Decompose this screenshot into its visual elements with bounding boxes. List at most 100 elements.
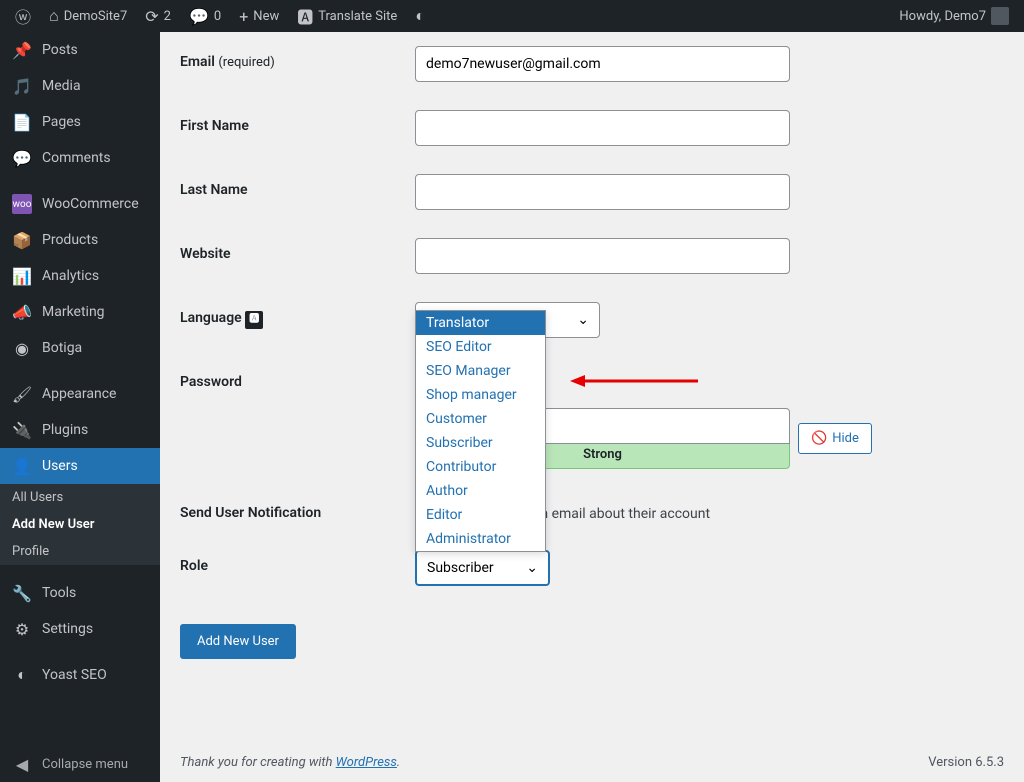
role-option-subscriber[interactable]: Subscriber: [416, 431, 545, 455]
updates-count: 2: [164, 9, 171, 24]
role-option-author[interactable]: Author: [416, 479, 545, 503]
role-option-administrator[interactable]: Administrator: [416, 527, 545, 551]
email-input[interactable]: [415, 46, 790, 82]
password-row: Password Strong 🚫Hide: [180, 352, 1004, 483]
chart-icon: 📊: [12, 266, 32, 286]
site-name-link[interactable]: ⌂DemoSite7: [42, 6, 134, 26]
lastname-input[interactable]: [415, 174, 790, 210]
tools-label: Tools: [42, 585, 76, 601]
collapse-icon: ◀: [12, 754, 32, 774]
eye-slash-icon: 🚫: [811, 431, 827, 446]
footer-version: Version 6.5.3: [928, 755, 1004, 770]
sidebar-item-plugins[interactable]: 🔌Plugins: [0, 412, 160, 448]
add-user-form: Email (required) First Name Last Name We…: [180, 32, 1004, 659]
role-option-seo-editor[interactable]: SEO Editor: [416, 335, 545, 359]
role-option-contributor[interactable]: Contributor: [416, 455, 545, 479]
footer-thanks: Thank you for creating with WordPress.: [180, 755, 400, 770]
botiga-icon: ◉: [12, 338, 32, 358]
firstname-label: First Name: [180, 110, 415, 134]
chevron-down-icon: ⌄: [526, 560, 538, 576]
role-select[interactable]: Subscriber ⌄: [415, 550, 550, 586]
role-option-translator[interactable]: Translator: [416, 311, 545, 335]
submenu-add-new-user[interactable]: Add New User: [0, 511, 160, 538]
botiga-label: Botiga: [42, 340, 82, 356]
wrench-icon: 🔧: [12, 583, 32, 603]
woo-label: WooCommerce: [42, 196, 139, 212]
sliders-icon: ⚙: [12, 619, 32, 639]
avatar-icon: [991, 7, 1009, 25]
translate-icon: 🅰: [297, 4, 313, 28]
lastname-row: Last Name: [180, 160, 1004, 224]
role-value: Subscriber: [427, 560, 494, 576]
role-option-shop-manager[interactable]: Shop manager: [416, 383, 545, 407]
role-option-customer[interactable]: Customer: [416, 407, 545, 431]
settings-label: Settings: [42, 621, 93, 637]
add-user-button[interactable]: Add New User: [180, 624, 296, 659]
hide-label: Hide: [832, 431, 859, 446]
sidebar-item-media[interactable]: 🎵 Media: [0, 68, 160, 104]
submenu-all-users[interactable]: All Users: [0, 484, 160, 511]
updates-link[interactable]: ⟳2: [138, 7, 178, 26]
new-label: New: [253, 9, 279, 24]
notification-row: Send User Notification Send the new user…: [180, 483, 1004, 536]
greeting-text: Howdy, Demo7: [899, 9, 986, 24]
brush-icon: 🖌: [12, 384, 32, 404]
marketing-label: Marketing: [42, 304, 105, 320]
role-option-editor[interactable]: Editor: [416, 503, 545, 527]
media-label: Media: [42, 78, 81, 94]
users-submenu: All Users Add New User Profile: [0, 484, 160, 565]
comment-icon: 💬: [189, 7, 209, 26]
submenu-profile[interactable]: Profile: [0, 538, 160, 565]
user-icon: 👤: [12, 456, 32, 476]
account-link[interactable]: Howdy, Demo7: [892, 7, 1016, 25]
sidebar-item-marketing[interactable]: 📣Marketing: [0, 294, 160, 330]
wordpress-icon: ⓦ: [15, 4, 31, 28]
website-label: Website: [180, 238, 415, 262]
sidebar-item-comments[interactable]: 💬Comments: [0, 140, 160, 176]
website-input[interactable]: [415, 238, 790, 274]
wordpress-link[interactable]: WordPress: [336, 755, 397, 770]
wp-logo[interactable]: ⓦ: [8, 4, 38, 28]
admin-sidebar: 📌Posts 🎵 Media 📄Pages 💬Comments wooWooCom…: [0, 32, 160, 782]
sidebar-item-analytics[interactable]: 📊Analytics: [0, 258, 160, 294]
sidebar-item-settings[interactable]: ⚙ Settings: [0, 611, 160, 647]
appearance-label: Appearance: [42, 386, 116, 402]
page-icon: 📄: [12, 112, 32, 132]
translate-icon: 🅰: [245, 311, 263, 329]
sidebar-item-appearance[interactable]: 🖌 Appearance: [0, 376, 160, 412]
products-label: Products: [42, 232, 98, 248]
firstname-input[interactable]: [415, 110, 790, 146]
sidebar-item-yoast[interactable]: ◐Yoast SEO: [0, 657, 160, 693]
sidebar-item-products[interactable]: 📦Products: [0, 222, 160, 258]
language-label: Language 🅰: [180, 302, 415, 329]
email-row: Email (required): [180, 32, 1004, 96]
sidebar-item-woocommerce[interactable]: wooWooCommerce: [0, 186, 160, 222]
home-icon: ⌂: [49, 6, 59, 26]
yoast-bar-link[interactable]: ◐: [408, 6, 432, 26]
sidebar-item-pages[interactable]: 📄Pages: [0, 104, 160, 140]
sidebar-item-botiga[interactable]: ◉ Botiga: [0, 330, 160, 366]
sidebar-item-posts[interactable]: 📌Posts: [0, 32, 160, 68]
users-label: Users: [42, 458, 78, 474]
annotation-arrow: [570, 373, 700, 389]
hide-password-button[interactable]: 🚫 Hide: [798, 423, 872, 454]
website-row: Website: [180, 224, 1004, 288]
comments-link[interactable]: 💬0: [182, 7, 228, 26]
pin-icon: 📌: [12, 40, 32, 60]
notification-label: Send User Notification: [180, 497, 415, 521]
translate-label: Translate Site: [318, 9, 397, 24]
role-row: Role Subscriber ⌄ TranslatorSEO EditorSE…: [180, 536, 1004, 600]
sidebar-item-users[interactable]: 👤 Users: [0, 448, 160, 484]
lastname-label: Last Name: [180, 174, 415, 198]
media-icon: 🎵: [12, 76, 32, 96]
main-content: Email (required) First Name Last Name We…: [160, 32, 1024, 782]
password-label: Password: [180, 366, 415, 390]
plug-icon: 🔌: [12, 420, 32, 440]
language-row: Language 🅰 Site Default ⌄: [180, 288, 1004, 352]
role-option-seo-manager[interactable]: SEO Manager: [416, 359, 545, 383]
sidebar-item-tools[interactable]: 🔧 Tools: [0, 575, 160, 611]
required-text: (required): [218, 55, 274, 70]
new-link[interactable]: +New: [232, 7, 286, 26]
translate-link[interactable]: 🅰 Translate Site: [290, 4, 404, 28]
collapse-menu-button[interactable]: ◀Collapse menu: [0, 746, 140, 782]
